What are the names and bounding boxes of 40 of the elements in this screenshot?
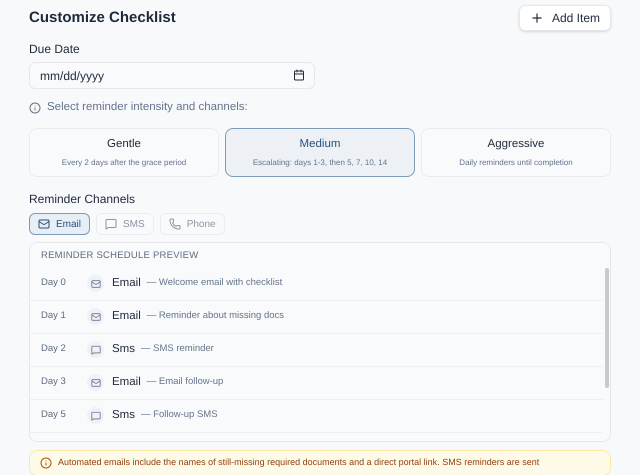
channel-name: Email <box>112 308 141 324</box>
plus-icon <box>530 11 544 25</box>
day-label: Day 1 <box>41 309 67 324</box>
schedule-note: — Reminder about missing docs <box>146 309 284 324</box>
page-title: Customize Checklist <box>29 8 176 28</box>
mail-icon <box>38 218 50 230</box>
date-field[interactable]: mm/dd/yyyy <box>29 62 315 89</box>
hint-text: Select reminder intensity and channels: <box>47 100 248 115</box>
mail-icon <box>90 312 100 322</box>
channel-name: Email <box>112 276 141 291</box>
schedule-note: — Follow-up SMS <box>141 408 218 422</box>
channel-name: Email <box>112 374 141 390</box>
intensity-card[interactable]: Gentle Every 2 days after the grace period <box>29 128 219 178</box>
due-date-label: Due Date <box>29 41 81 58</box>
scrollbar[interactable] <box>605 268 609 388</box>
day-label: Day 0 <box>41 276 67 290</box>
chat-bubble-icon <box>90 344 100 354</box>
phone-icon <box>168 218 181 230</box>
day-label: Day 2 <box>41 342 67 356</box>
channel-toggle[interactable]: Email <box>29 213 90 236</box>
schedule-note: — Email follow-up <box>146 375 224 390</box>
intensity-card[interactable]: Medium Escalating: days 1-3, then 5, 7, 10, 14 <box>225 128 415 178</box>
chat-bubble-icon <box>90 410 100 420</box>
schedule-note: — Welcome email with checklist <box>146 276 282 290</box>
chat-bubble-icon <box>105 218 118 230</box>
day-label: Day 3 <box>41 375 67 390</box>
mail-icon <box>90 378 100 388</box>
info-icon <box>40 457 52 469</box>
day-label: Day 5 <box>41 408 67 422</box>
channel-name: Sms <box>112 342 135 357</box>
intensity-card[interactable]: Aggressive Daily reminders until completion <box>421 128 611 178</box>
channel-name: Sms <box>112 408 135 423</box>
mail-icon <box>90 278 100 288</box>
schedule-note: — SMS reminder <box>141 342 214 356</box>
channels-label: Reminder Channels <box>29 191 136 208</box>
info-icon <box>29 102 41 114</box>
schedule-heading: REMINDER SCHEDULE PREVIEW <box>40 249 200 264</box>
calendar-icon[interactable] <box>293 69 305 81</box>
notice-text: Automated emails include the names of still-missing required documents and a direct portal link. SMS reminders are sent <box>58 456 540 470</box>
add-item-button[interactable]: Add Item <box>518 5 611 31</box>
